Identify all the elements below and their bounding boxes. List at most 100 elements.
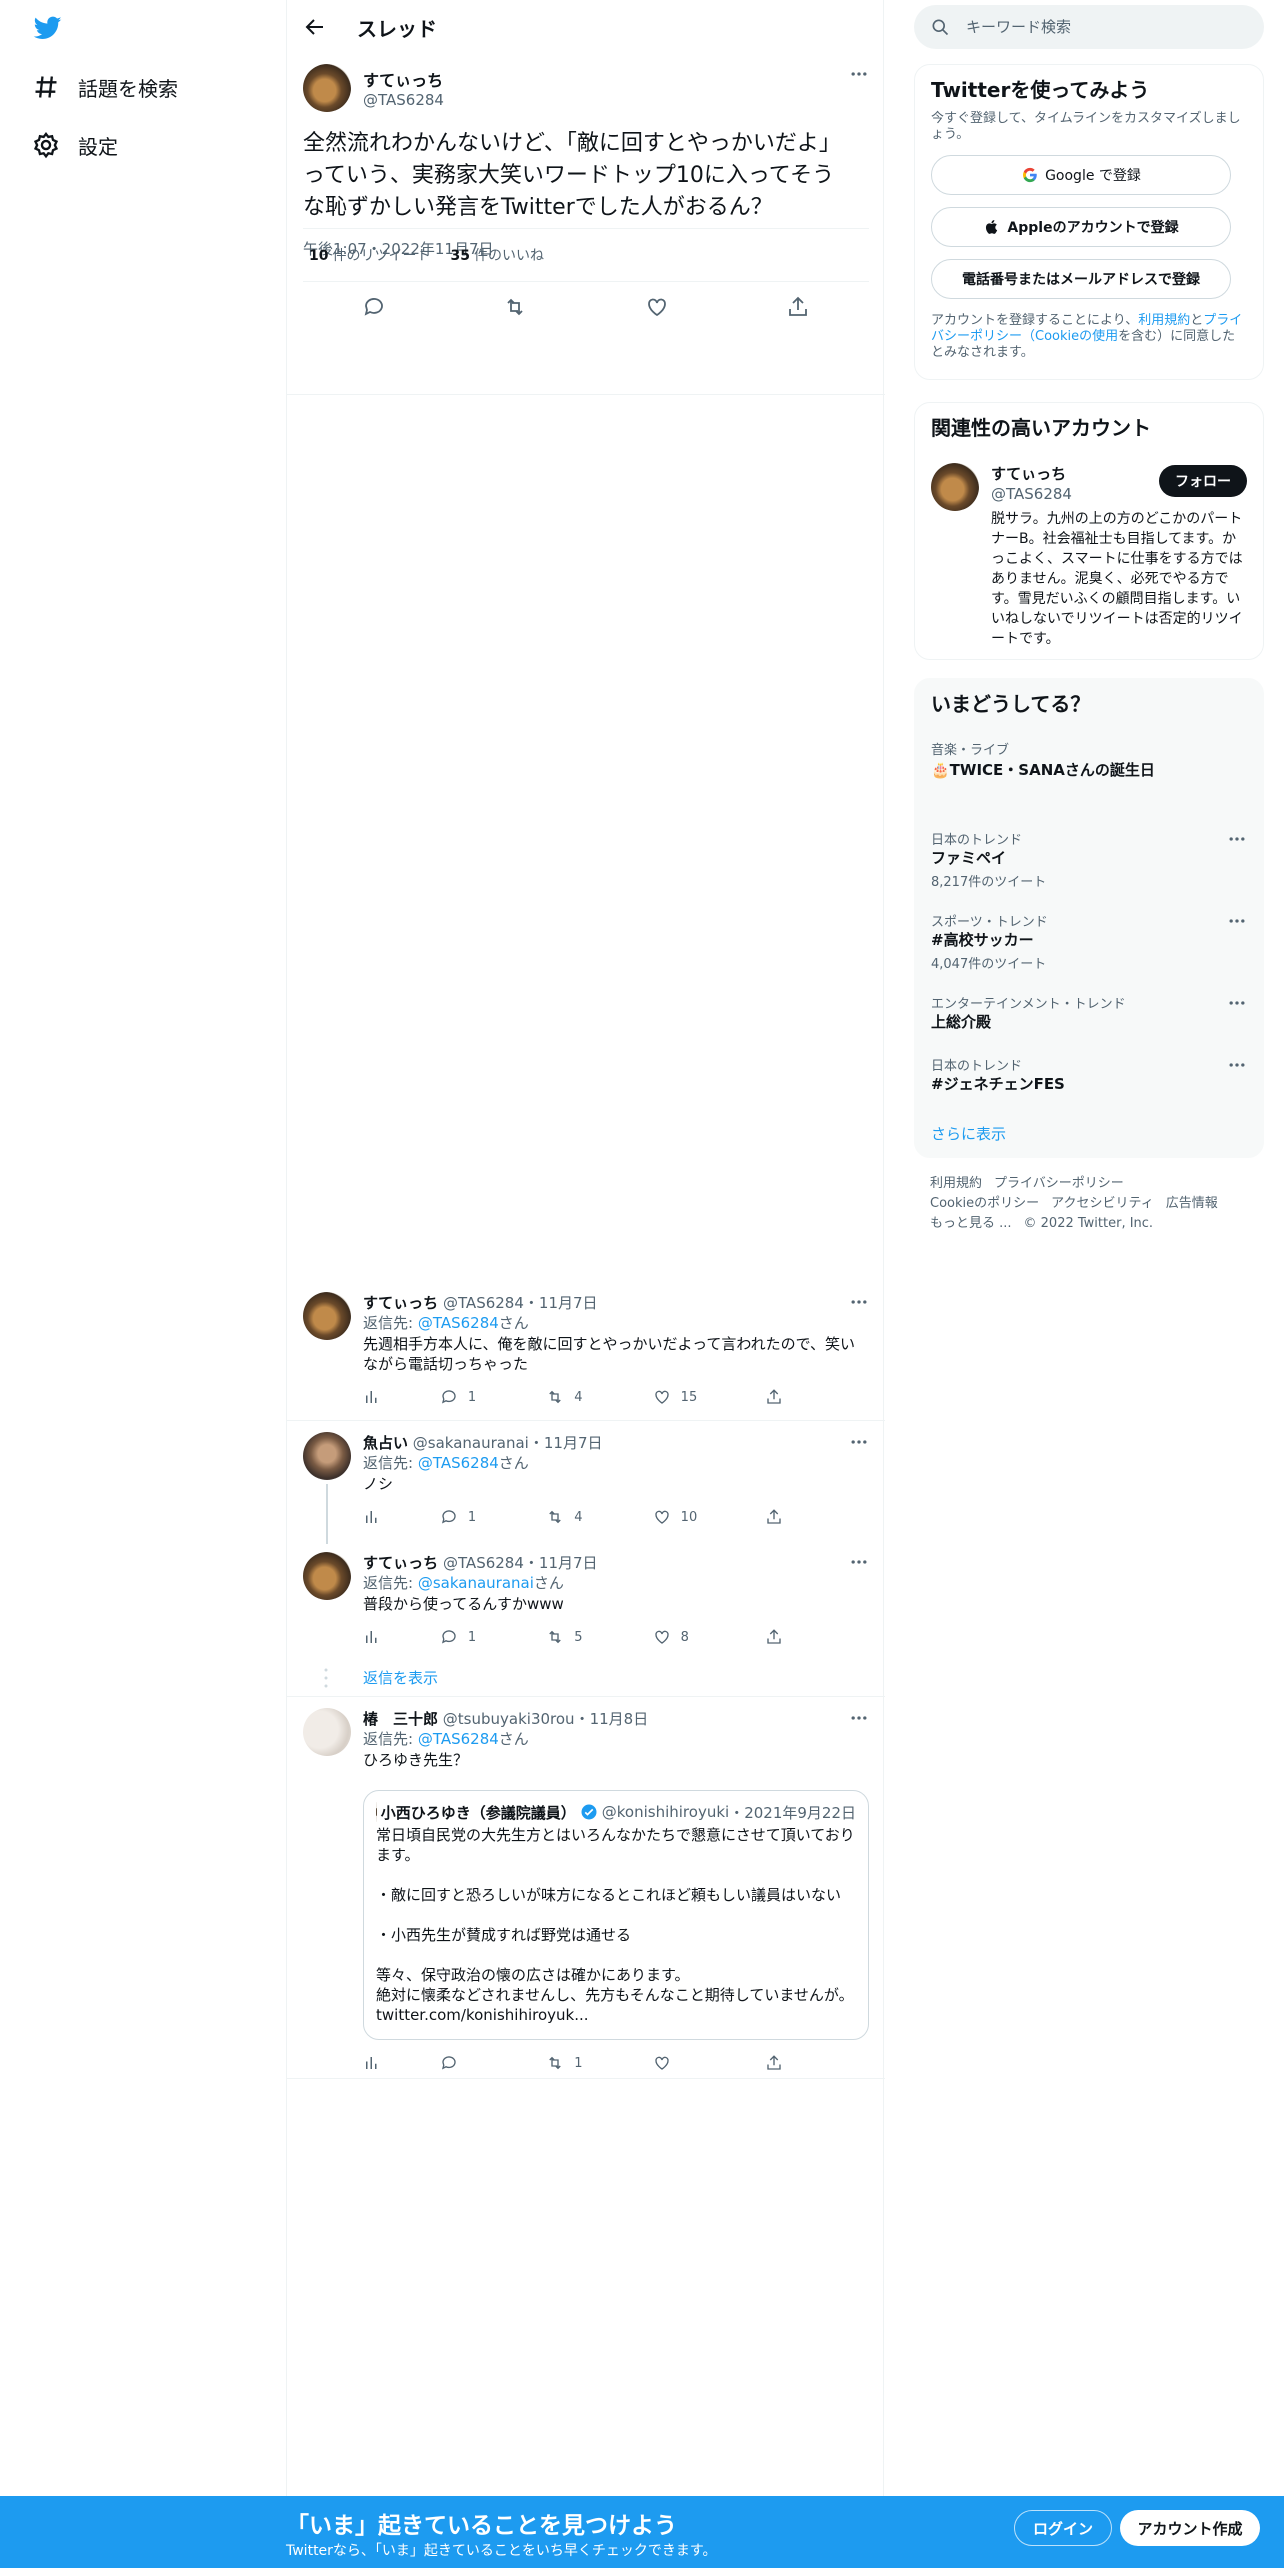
avatar[interactable] bbox=[303, 1708, 351, 1756]
quoted-tweet[interactable]: 小西ひろゆき（参議院議員） @konishihiroyuki ・2021年9月2… bbox=[363, 1790, 869, 2040]
share-icon[interactable] bbox=[765, 2054, 783, 2072]
more-options-icon[interactable] bbox=[1227, 829, 1247, 849]
reply-tweet[interactable]: 椿 三十郎 @tsubuyaki30rou・11月8日 返信先: @TAS628… bbox=[303, 1708, 869, 2080]
author-handle[interactable]: @sakanauranai bbox=[413, 1434, 529, 1452]
more-options-icon[interactable] bbox=[849, 1432, 869, 1452]
reply-button[interactable]: 1 bbox=[440, 1628, 546, 1646]
terms-link[interactable]: 利用規約 bbox=[1138, 313, 1190, 328]
reply-to-mention[interactable]: @TAS6284 bbox=[418, 1314, 499, 1332]
footer-ads-link[interactable]: 広告情報 bbox=[1166, 1196, 1218, 1211]
retweet-icon bbox=[549, 1390, 561, 1404]
trend-item[interactable]: スポーツ・トレンド #高校サッカー 4,047件のツイート bbox=[931, 911, 1247, 972]
reply-to-mention[interactable]: @TAS6284 bbox=[418, 1454, 499, 1472]
author-name[interactable]: すてぃっち bbox=[363, 1294, 438, 1312]
retweet-button[interactable]: 1 bbox=[546, 2054, 652, 2072]
more-options-icon[interactable] bbox=[1227, 1055, 1247, 1075]
reply-button[interactable] bbox=[440, 2054, 546, 2072]
follow-button[interactable]: フォロー bbox=[1159, 465, 1247, 497]
avatar[interactable] bbox=[303, 1432, 351, 1480]
author-name[interactable]: 椿 三十郎 bbox=[363, 1710, 438, 1728]
more-options-icon[interactable] bbox=[849, 1552, 869, 1572]
author-handle[interactable]: @TAS6284 bbox=[443, 1294, 524, 1312]
legal-and: と bbox=[1190, 313, 1204, 328]
author-name[interactable]: すてぃっち bbox=[363, 1554, 438, 1572]
like-button[interactable]: 10 bbox=[653, 1508, 765, 1526]
like-button[interactable] bbox=[653, 2054, 765, 2072]
footer-accessibility-link[interactable]: アクセシビリティ bbox=[1051, 1196, 1154, 1211]
google-signup-button[interactable]: Google で登録 bbox=[931, 155, 1231, 195]
back-arrow-icon[interactable] bbox=[303, 15, 327, 39]
trend-item[interactable]: 日本のトレンド ファミペイ 8,217件のツイート bbox=[931, 829, 1247, 890]
trend-item[interactable]: 日本のトレンド #ジェネチェンFES bbox=[931, 1055, 1247, 1095]
like-button[interactable]: 15 bbox=[653, 1388, 765, 1406]
account-name[interactable]: すてぃっち bbox=[991, 463, 1066, 484]
more-options-icon[interactable] bbox=[849, 64, 869, 84]
author-handle[interactable]: @TAS6284 bbox=[443, 1554, 524, 1572]
retweet-button[interactable]: 4 bbox=[546, 1508, 652, 1526]
more-options-icon[interactable] bbox=[849, 1708, 869, 1728]
signup-button[interactable]: アカウント作成 bbox=[1120, 2510, 1260, 2546]
tweet-date[interactable]: ・11月8日 bbox=[575, 1710, 649, 1728]
analytics-icon[interactable] bbox=[363, 1388, 440, 1406]
footer-cookie-link[interactable]: Cookieのポリシー bbox=[930, 1196, 1039, 1211]
search-bar[interactable] bbox=[914, 5, 1264, 49]
share-icon[interactable] bbox=[765, 1388, 783, 1406]
like-button[interactable]: 8 bbox=[653, 1628, 765, 1646]
reply-to-mention[interactable]: @TAS6284 bbox=[418, 1730, 499, 1748]
tweet-date[interactable]: ・11月7日 bbox=[524, 1554, 598, 1572]
analytics-icon[interactable] bbox=[363, 1628, 440, 1646]
author-name[interactable]: すてぃっち bbox=[363, 67, 444, 91]
retweet-button[interactable]: 4 bbox=[546, 1388, 652, 1406]
reply-button[interactable]: 1 bbox=[440, 1508, 546, 1526]
login-button[interactable]: ログイン bbox=[1014, 2510, 1112, 2546]
signup-card-subtitle: 今すぐ登録して、タイムラインをカスタマイズしましょう。 bbox=[931, 111, 1241, 142]
apple-signup-button[interactable]: Appleのアカウントで登録 bbox=[931, 207, 1231, 247]
tweet-actions: 1 bbox=[363, 2052, 783, 2074]
account-handle[interactable]: @TAS6284 bbox=[991, 485, 1072, 503]
reply-icon[interactable] bbox=[362, 295, 386, 319]
trend-item[interactable]: エンターテインメント・トレンド 上総介殿 bbox=[931, 993, 1247, 1033]
phone-email-signup-button[interactable]: 電話番号またはメールアドレスで登録 bbox=[931, 259, 1231, 299]
author-handle[interactable]: @TAS6284 bbox=[363, 91, 444, 109]
nav-item-explore[interactable]: 話題を検索 bbox=[32, 67, 178, 107]
share-icon[interactable] bbox=[765, 1508, 783, 1526]
avatar[interactable] bbox=[303, 64, 351, 112]
avatar[interactable] bbox=[303, 1292, 351, 1340]
show-more-link[interactable]: さらに表示 bbox=[931, 1123, 1006, 1144]
retweet-icon[interactable] bbox=[503, 295, 527, 319]
trend-item[interactable]: 音楽・ライブ 🎂TWICE・SANAさんの誕生日 bbox=[931, 739, 1247, 781]
share-icon[interactable] bbox=[786, 295, 810, 319]
more-options-icon[interactable] bbox=[849, 1292, 869, 1312]
share-icon[interactable] bbox=[765, 1628, 783, 1646]
more-options-icon[interactable] bbox=[1227, 993, 1247, 1013]
hashtag-icon bbox=[32, 73, 60, 101]
author-handle[interactable]: @tsubuyaki30rou bbox=[443, 1710, 575, 1728]
tweet-date[interactable]: ・11月7日 bbox=[529, 1434, 603, 1452]
avatar[interactable] bbox=[303, 1552, 351, 1600]
avatar[interactable] bbox=[931, 463, 979, 511]
footer-privacy-link[interactable]: プライバシーポリシー bbox=[994, 1176, 1124, 1191]
reply-tweet[interactable]: すてぃっち @TAS6284・11月7日 返信先: @sakanauranaiさ… bbox=[303, 1552, 869, 1652]
like-stat[interactable]: 35 件のいいね bbox=[444, 245, 543, 265]
analytics-icon[interactable] bbox=[363, 1508, 440, 1526]
reply-tweet[interactable]: 魚占い @sakanauranai・11月7日 返信先: @TAS6284さん … bbox=[303, 1432, 869, 1532]
twitter-logo-icon[interactable] bbox=[32, 14, 64, 42]
reply-button[interactable]: 1 bbox=[440, 1388, 546, 1406]
more-options-icon[interactable] bbox=[1227, 911, 1247, 931]
show-replies-link[interactable]: 返信を表示 bbox=[363, 1667, 438, 1688]
search-input[interactable] bbox=[966, 18, 1226, 36]
retweet-stat[interactable]: 10 件のリツイート bbox=[303, 245, 430, 265]
footer-terms-link[interactable]: 利用規約 bbox=[930, 1176, 982, 1191]
nav-item-settings[interactable]: 設定 bbox=[32, 125, 118, 165]
reply-icon bbox=[441, 1510, 456, 1524]
reply-tweet[interactable]: すてぃっち @TAS6284・11月7日 返信先: @TAS6284さん 先週相… bbox=[303, 1292, 869, 1416]
retweet-button[interactable]: 5 bbox=[546, 1628, 652, 1646]
like-icon bbox=[654, 1630, 669, 1644]
nav-item-explore-label: 話題を検索 bbox=[78, 76, 178, 101]
analytics-icon[interactable] bbox=[363, 2054, 440, 2072]
author-name[interactable]: 魚占い bbox=[363, 1434, 408, 1452]
reply-to-mention[interactable]: @sakanauranai bbox=[418, 1574, 534, 1592]
footer-more-link[interactable]: もっと見る ... bbox=[930, 1216, 1012, 1231]
like-icon[interactable] bbox=[645, 295, 669, 319]
tweet-date[interactable]: ・11月7日 bbox=[524, 1294, 598, 1312]
